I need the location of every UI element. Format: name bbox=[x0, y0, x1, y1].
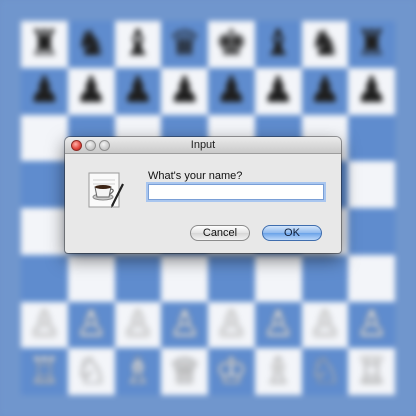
chess-piece-icon[interactable]: ♘ bbox=[309, 353, 341, 390]
minimize-window-button[interactable] bbox=[85, 140, 96, 151]
chess-piece-icon[interactable]: ♟ bbox=[355, 73, 387, 109]
board-square[interactable]: ♟ bbox=[114, 67, 162, 115]
chess-piece-icon[interactable]: ♞ bbox=[309, 26, 341, 62]
board-square[interactable]: ♙ bbox=[161, 301, 208, 349]
board-square[interactable] bbox=[301, 254, 349, 302]
coffee-app-icon bbox=[88, 172, 124, 208]
board-square[interactable]: ♙ bbox=[348, 301, 395, 349]
board-square[interactable] bbox=[348, 208, 395, 255]
board-square[interactable]: ♙ bbox=[301, 301, 349, 349]
chess-piece-icon[interactable]: ♟ bbox=[309, 73, 341, 109]
prompt-label: What's your name? bbox=[148, 170, 243, 182]
chess-piece-icon[interactable]: ♚ bbox=[215, 26, 247, 62]
board-square[interactable] bbox=[348, 254, 395, 302]
board-square[interactable]: ♜ bbox=[21, 21, 68, 68]
board-square[interactable]: ♟ bbox=[161, 67, 208, 115]
chess-piece-icon[interactable]: ♟ bbox=[262, 73, 294, 109]
board-square[interactable]: ♙ bbox=[114, 301, 162, 349]
board-square[interactable] bbox=[67, 254, 115, 302]
input-dialog: Input What's your name? Cancel OK bbox=[65, 137, 341, 253]
dialog-title: Input bbox=[190, 139, 216, 151]
board-square[interactable] bbox=[21, 114, 68, 162]
chess-piece-icon[interactable]: ♟ bbox=[215, 73, 247, 109]
chess-piece-icon[interactable]: ♗ bbox=[122, 353, 154, 390]
chess-piece-icon[interactable]: ♜ bbox=[355, 26, 387, 62]
board-square[interactable]: ♟ bbox=[208, 67, 255, 115]
board-square[interactable] bbox=[21, 161, 68, 208]
board-square[interactable]: ♟ bbox=[348, 67, 395, 115]
board-square[interactable]: ♝ bbox=[254, 21, 302, 68]
chess-piece-icon[interactable]: ♟ bbox=[168, 73, 200, 109]
name-input[interactable] bbox=[148, 184, 324, 200]
board-square[interactable]: ♟ bbox=[67, 67, 115, 115]
board-square[interactable]: ♗ bbox=[114, 348, 162, 395]
ok-button[interactable]: OK bbox=[262, 225, 322, 241]
chess-piece-icon[interactable]: ♖ bbox=[355, 353, 387, 390]
chess-piece-icon[interactable]: ♝ bbox=[122, 26, 154, 62]
chess-piece-icon[interactable]: ♟ bbox=[122, 73, 154, 109]
board-square[interactable]: ♙ bbox=[67, 301, 115, 349]
zoom-window-button[interactable] bbox=[99, 140, 110, 151]
chess-piece-icon[interactable]: ♔ bbox=[215, 353, 247, 390]
board-square[interactable] bbox=[348, 114, 395, 162]
dialog-titlebar[interactable]: Input bbox=[65, 137, 341, 154]
board-square[interactable]: ♖ bbox=[348, 348, 395, 395]
board-square[interactable]: ♙ bbox=[254, 301, 302, 349]
board-square[interactable] bbox=[21, 254, 68, 302]
board-square[interactable] bbox=[21, 208, 68, 255]
chess-piece-icon[interactable]: ♙ bbox=[309, 306, 341, 343]
chess-piece-icon[interactable]: ♟ bbox=[28, 73, 60, 109]
cancel-button[interactable]: Cancel bbox=[190, 225, 250, 241]
chess-piece-icon[interactable]: ♙ bbox=[75, 306, 107, 343]
board-square[interactable]: ♞ bbox=[301, 21, 349, 68]
chess-piece-icon[interactable]: ♛ bbox=[168, 26, 200, 62]
board-square[interactable]: ♚ bbox=[208, 21, 255, 68]
board-square[interactable]: ♜ bbox=[348, 21, 395, 68]
board-square[interactable]: ♛ bbox=[161, 21, 208, 68]
chess-piece-icon[interactable]: ♙ bbox=[215, 306, 247, 343]
chess-piece-icon[interactable]: ♟ bbox=[75, 73, 107, 109]
close-window-button[interactable] bbox=[71, 140, 82, 151]
chess-piece-icon[interactable]: ♞ bbox=[75, 26, 107, 62]
board-square[interactable]: ♟ bbox=[21, 67, 68, 115]
board-square[interactable]: ♟ bbox=[254, 67, 302, 115]
chess-piece-icon[interactable]: ♙ bbox=[122, 306, 154, 343]
board-square[interactable]: ♔ bbox=[208, 348, 255, 395]
chess-piece-icon[interactable]: ♙ bbox=[355, 306, 387, 343]
board-square[interactable] bbox=[114, 254, 162, 302]
chess-piece-icon[interactable]: ♗ bbox=[262, 353, 294, 390]
board-square[interactable] bbox=[348, 161, 395, 208]
board-square[interactable]: ♘ bbox=[301, 348, 349, 395]
chess-piece-icon[interactable]: ♘ bbox=[75, 353, 107, 390]
board-square[interactable]: ♟ bbox=[301, 67, 349, 115]
chess-piece-icon[interactable]: ♙ bbox=[168, 306, 200, 343]
board-square[interactable]: ♖ bbox=[21, 348, 68, 395]
chess-piece-icon[interactable]: ♖ bbox=[28, 353, 60, 390]
chess-piece-icon[interactable]: ♝ bbox=[262, 26, 294, 62]
board-square[interactable]: ♗ bbox=[254, 348, 302, 395]
board-square[interactable]: ♙ bbox=[208, 301, 255, 349]
chess-piece-icon[interactable]: ♜ bbox=[28, 26, 60, 62]
board-square[interactable]: ♙ bbox=[21, 301, 68, 349]
board-square[interactable] bbox=[161, 254, 208, 302]
board-square[interactable]: ♕ bbox=[161, 348, 208, 395]
board-square[interactable] bbox=[208, 254, 255, 302]
board-square[interactable]: ♝ bbox=[114, 21, 162, 68]
board-square[interactable] bbox=[254, 254, 302, 302]
board-square[interactable]: ♞ bbox=[67, 21, 115, 68]
chess-piece-icon[interactable]: ♙ bbox=[262, 306, 294, 343]
board-square[interactable]: ♘ bbox=[67, 348, 115, 395]
chess-piece-icon[interactable]: ♕ bbox=[168, 353, 200, 390]
chess-piece-icon[interactable]: ♙ bbox=[28, 306, 60, 343]
